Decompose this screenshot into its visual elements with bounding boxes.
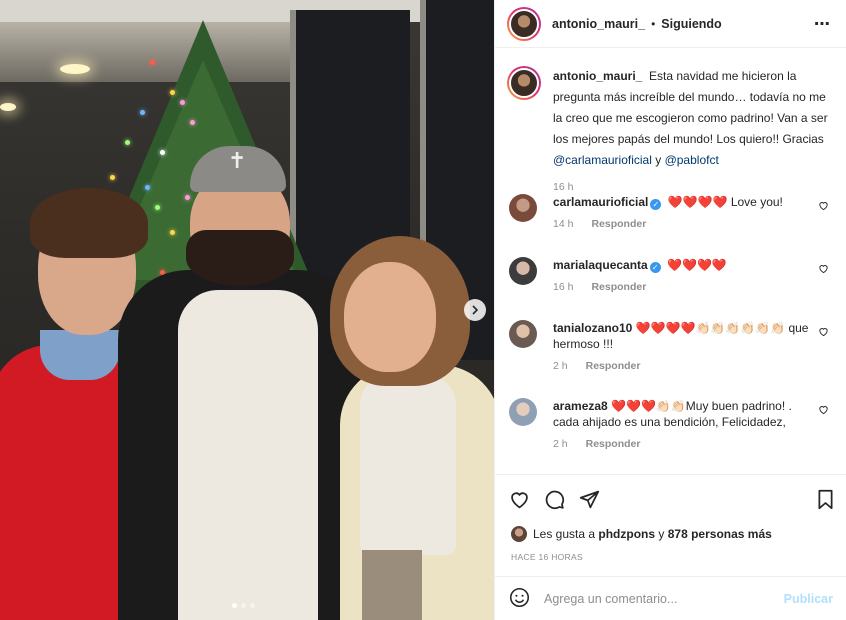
comment-time: 2 h — [553, 438, 568, 450]
cross-logo-icon: ✝ — [228, 148, 247, 173]
comment-time: 16 h — [553, 281, 574, 293]
comment-username[interactable]: carlamaurioficial — [553, 195, 648, 209]
likes-count[interactable]: 878 personas más — [668, 527, 772, 541]
tree-light — [170, 90, 175, 95]
caption-body: antonio_mauri_ Esta navidad me hicieron … — [553, 66, 837, 198]
comment-input[interactable] — [544, 591, 774, 606]
comment: marialaquecanta ✓ ❤️❤️❤️❤️ 16 h Responder — [509, 257, 839, 295]
following-button[interactable]: Siguiendo — [661, 17, 721, 31]
post-timestamp: HACE 16 HORAS — [511, 552, 583, 562]
mention-link[interactable]: @carlamaurioficial — [553, 153, 652, 167]
like-comment-icon[interactable] — [818, 404, 829, 415]
caption-avatar[interactable] — [507, 66, 541, 100]
commenter-avatar[interactable] — [509, 194, 537, 222]
more-options-icon[interactable]: ⋯ — [814, 14, 831, 34]
commenter-avatar[interactable] — [509, 257, 537, 285]
carousel-dot — [241, 603, 246, 608]
comment-meta: 16 h Responder — [553, 279, 813, 295]
reply-button[interactable]: Responder — [586, 360, 641, 372]
likes-summary[interactable]: Les gusta a phdzpons y 878 personas más — [511, 526, 772, 542]
share-icon[interactable] — [579, 489, 600, 513]
author-avatar[interactable] — [507, 6, 541, 41]
tree-light — [180, 100, 185, 105]
comment-time: 14 h — [553, 218, 574, 230]
comment-meta: 14 h Responder — [553, 216, 813, 232]
comment: arameza8 ❤️❤️❤️👏🏻👏🏻Muy buen padrino! . c… — [509, 398, 839, 452]
comment-meta: 2 h Responder — [553, 358, 813, 374]
comment: tanialozano10 ❤️❤️❤️❤️👏🏻👏🏻👏🏻👏🏻👏🏻👏🏻 que h… — [509, 320, 839, 374]
likes-connector: y — [658, 527, 665, 541]
author-username[interactable]: antonio_mauri_ — [552, 17, 645, 31]
like-comment-icon[interactable] — [818, 326, 829, 337]
tree-light — [110, 175, 115, 180]
post-header: antonio_mauri_ • Siguiendo ⋯ — [495, 0, 846, 48]
tree-light — [155, 205, 160, 210]
action-icons — [509, 489, 600, 513]
comment-body: marialaquecanta ✓ ❤️❤️❤️❤️ 16 h Responder — [553, 257, 813, 295]
person-right-top — [360, 375, 456, 555]
tree-light — [185, 195, 190, 200]
publish-button[interactable]: Publicar — [784, 592, 833, 606]
ceiling-light — [0, 103, 16, 111]
reply-button[interactable]: Responder — [591, 218, 646, 230]
comment-text: ❤️❤️❤️❤️ Love you! — [667, 195, 783, 209]
comment-icon[interactable] — [544, 489, 565, 513]
commenter-avatar[interactable] — [509, 320, 537, 348]
likes-prefix: Les gusta a — [533, 527, 596, 541]
tree-light — [125, 140, 130, 145]
tree-light — [150, 60, 155, 65]
comments-section[interactable]: antonio_mauri_ Esta navidad me hicieron … — [495, 48, 846, 474]
comment-body: carlamaurioficial ✓ ❤️❤️❤️❤️ Love you! 14… — [553, 194, 813, 232]
tree-light — [140, 110, 145, 115]
carousel-dot — [250, 603, 255, 608]
person-left-collar — [40, 330, 120, 380]
comment-username[interactable]: marialaquecanta — [553, 258, 648, 272]
next-image-button[interactable] — [464, 299, 486, 321]
emoji-icon[interactable] — [509, 587, 530, 611]
comment-username[interactable]: tanialozano10 — [553, 321, 632, 335]
reply-button[interactable]: Responder — [586, 438, 641, 450]
verified-badge-icon: ✓ — [650, 199, 662, 210]
comment: carlamaurioficial ✓ ❤️❤️❤️❤️ Love you! 14… — [509, 194, 839, 232]
person-middle-shirt — [178, 290, 318, 620]
like-icon[interactable] — [509, 489, 530, 513]
like-comment-icon[interactable] — [818, 263, 829, 274]
like-comment-icon[interactable] — [818, 200, 829, 211]
person-left-hair — [30, 188, 148, 258]
mention-link[interactable]: @pablofct — [665, 153, 719, 167]
comment-time: 2 h — [553, 360, 568, 372]
add-comment-bar: Publicar — [495, 576, 846, 620]
commenter-avatar[interactable] — [509, 398, 537, 426]
comment-body: arameza8 ❤️❤️❤️👏🏻👏🏻Muy buen padrino! . c… — [553, 398, 813, 452]
liker-username[interactable]: phdzpons — [598, 527, 655, 541]
comment-text: ❤️❤️❤️❤️ — [667, 258, 727, 272]
tree-light — [145, 185, 150, 190]
chevron-right-icon — [472, 305, 479, 315]
caption: antonio_mauri_ Esta navidad me hicieron … — [507, 66, 837, 198]
carousel-dot — [232, 603, 237, 608]
comment-meta: 2 h Responder — [553, 436, 813, 452]
post-photo[interactable]: ✝ — [0, 0, 494, 620]
carousel-indicator — [232, 603, 255, 608]
bookmark-icon[interactable] — [816, 489, 835, 513]
person-right-skirt — [362, 550, 422, 620]
post-actions: Les gusta a phdzpons y 878 personas más … — [495, 474, 846, 562]
verified-badge-icon: ✓ — [649, 262, 661, 273]
liker-avatar — [511, 526, 527, 542]
caption-connector: y — [655, 153, 662, 167]
person-middle-beard — [186, 230, 294, 286]
person-right-face — [344, 262, 436, 372]
comment-username[interactable]: arameza8 — [553, 399, 608, 413]
post-details-panel: antonio_mauri_ • Siguiendo ⋯ antonio_mau… — [494, 0, 846, 620]
header-separator: • — [651, 16, 656, 31]
comment-body: tanialozano10 ❤️❤️❤️❤️👏🏻👏🏻👏🏻👏🏻👏🏻👏🏻 que h… — [553, 320, 813, 374]
tree-light — [170, 230, 175, 235]
tree-light — [160, 150, 165, 155]
caption-username[interactable]: antonio_mauri_ — [553, 69, 642, 83]
tree-light — [190, 120, 195, 125]
reply-button[interactable]: Responder — [591, 281, 646, 293]
